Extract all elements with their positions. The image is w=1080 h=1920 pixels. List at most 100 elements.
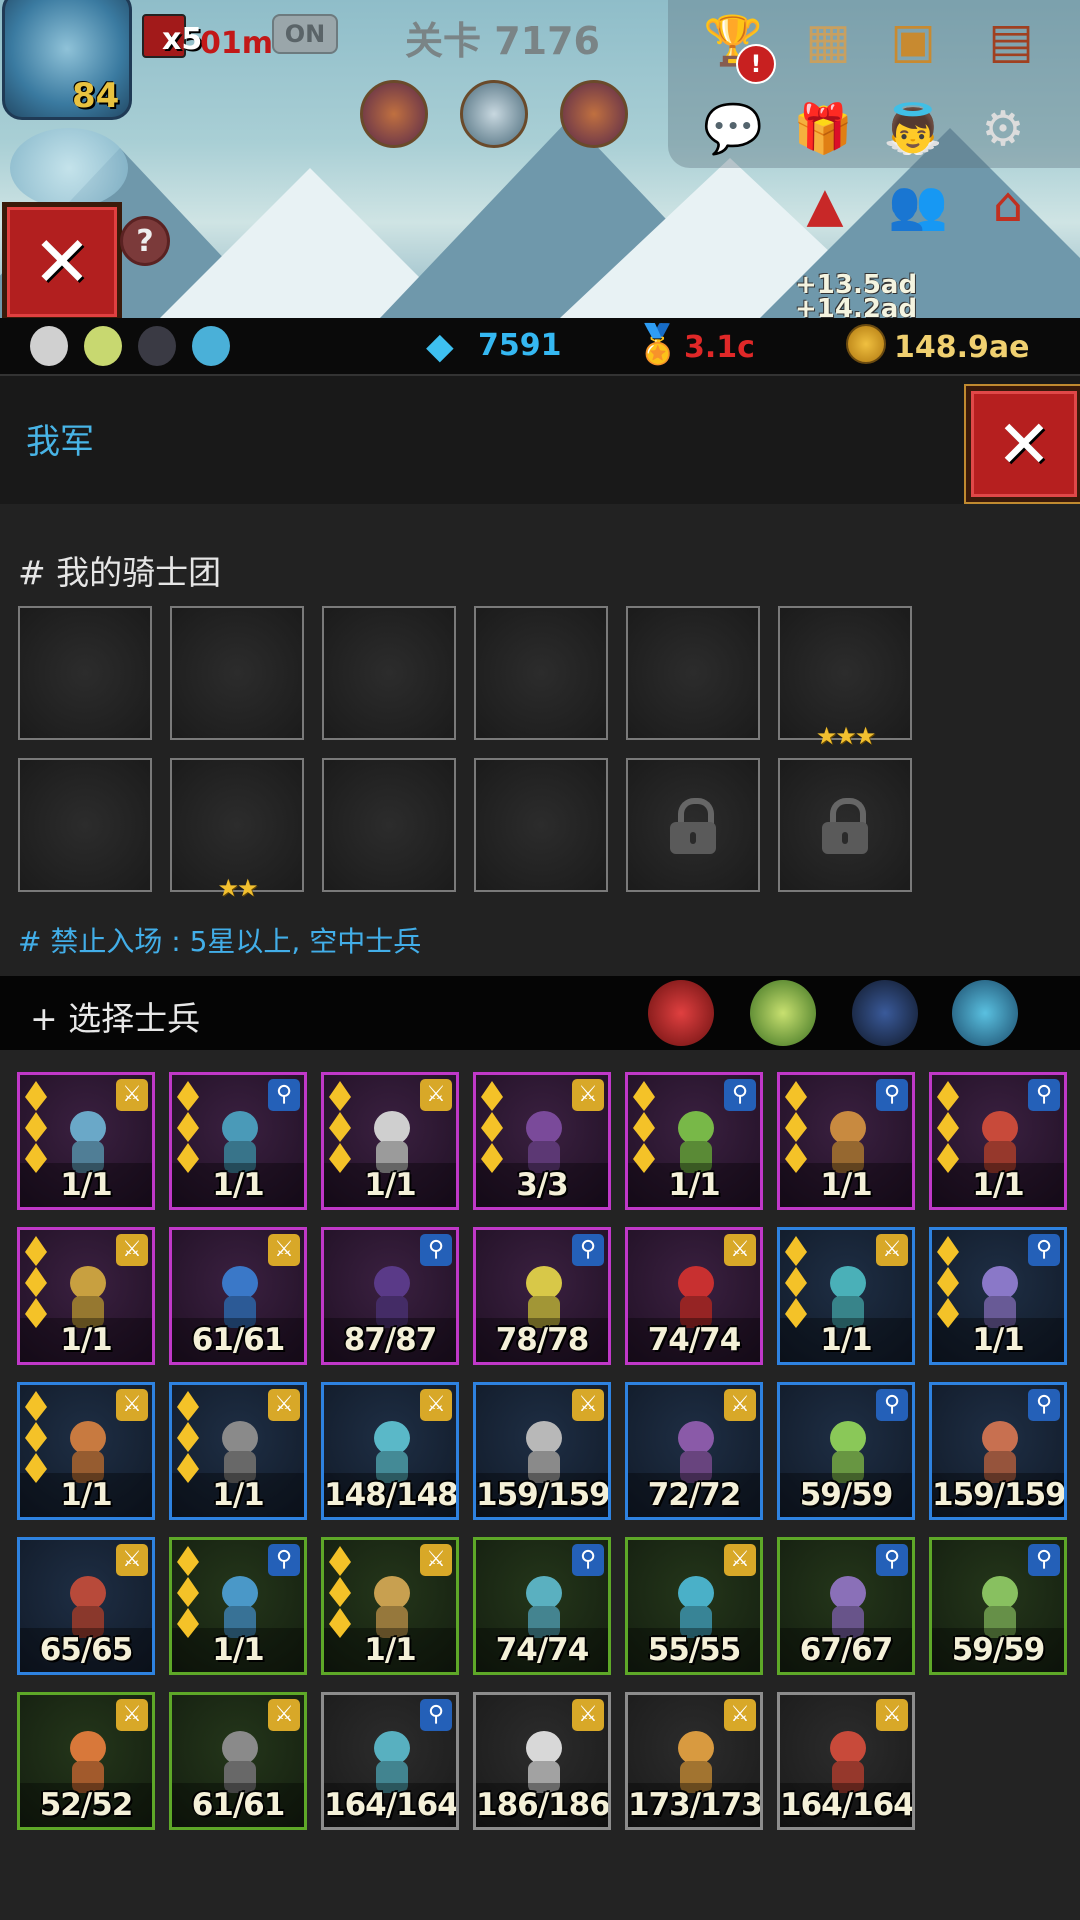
- quest-book-icon[interactable]: ▤: [978, 8, 1044, 74]
- soldier-card[interactable]: ⚲ 164/164: [321, 1692, 459, 1830]
- dark-knight-filter-icon[interactable]: [852, 980, 918, 1046]
- soldier-count: 1/1: [60, 1322, 112, 1358]
- angel-unit: [10, 128, 128, 208]
- knight-slot-locked[interactable]: [778, 758, 912, 892]
- sword-icon: ⚔: [724, 1234, 756, 1266]
- sword-icon: ⚔: [876, 1234, 908, 1266]
- knight-slot[interactable]: ★★★: [778, 606, 912, 750]
- select-soldier-bar: + 选择士兵: [0, 976, 1080, 1050]
- soldier-card[interactable]: ⚲ 59/59: [929, 1537, 1067, 1675]
- soldier-card[interactable]: ⚲ 159/159: [929, 1382, 1067, 1520]
- soldier-card[interactable]: ⚔ 1/1: [17, 1072, 155, 1210]
- soldier-count: 78/78: [495, 1322, 590, 1358]
- soldier-card[interactable]: ⚔ 1/1: [17, 1227, 155, 1365]
- rank-pips: [327, 1081, 353, 1174]
- medal-count: 3.1c: [684, 330, 755, 365]
- rank-pips: [783, 1081, 809, 1174]
- soldier-card[interactable]: ⚔ 148/148: [321, 1382, 459, 1520]
- search-icon: ⚲: [268, 1079, 300, 1111]
- soldier-card[interactable]: ⚔ 173/173: [625, 1692, 763, 1830]
- gear-icon[interactable]: ⚙: [970, 96, 1036, 162]
- soldier-card[interactable]: ⚔ 164/164: [777, 1692, 915, 1830]
- soldier-card[interactable]: ⚲ 67/67: [777, 1537, 915, 1675]
- book-icon[interactable]: ▣: [880, 8, 946, 74]
- gem-icon: ◆: [426, 326, 454, 367]
- soldier-card[interactable]: ⚲ 1/1: [625, 1072, 763, 1210]
- red-warrior-filter-icon[interactable]: [648, 980, 714, 1046]
- podium-icon[interactable]: ▦: [795, 8, 861, 74]
- gem-count: 7591: [478, 328, 562, 363]
- soldier-card[interactable]: ⚔ 186/186: [473, 1692, 611, 1830]
- soldier-card[interactable]: ⚔ 1/1: [321, 1537, 459, 1675]
- search-icon: ⚲: [268, 1544, 300, 1576]
- panel-close-button[interactable]: ✕: [966, 386, 1080, 502]
- soldier-card[interactable]: ⚔ 1/1: [321, 1072, 459, 1210]
- soldier-count: 87/87: [343, 1322, 438, 1358]
- rank-pips: [175, 1081, 201, 1174]
- soldier-card[interactable]: ⚲ 59/59: [777, 1382, 915, 1520]
- auto-toggle[interactable]: ON: [272, 14, 338, 54]
- soldier-card[interactable]: ⚔ 65/65: [17, 1537, 155, 1675]
- rank-pips: [935, 1236, 961, 1329]
- soldier-card[interactable]: ⚔ 1/1: [169, 1382, 307, 1520]
- soldier-card[interactable]: ⚔ 55/55: [625, 1537, 763, 1675]
- angel-icon[interactable]: 👼: [880, 96, 946, 162]
- green-elf-filter-icon[interactable]: [750, 980, 816, 1046]
- unit-head-icon: [192, 326, 230, 366]
- rank-pips: [23, 1081, 49, 1174]
- search-icon: ⚲: [420, 1234, 452, 1266]
- friends-icon[interactable]: 👥: [885, 172, 951, 238]
- game-scene: 84 x5 01m ON 关卡 7176 🏆 ! ▦ ▣ ▤ 💬 🎁 👼 ⚙ ▲…: [0, 0, 1080, 318]
- soldier-card[interactable]: ⚲ 1/1: [169, 1072, 307, 1210]
- skill-orb-2[interactable]: [460, 80, 528, 148]
- knight-slot[interactable]: [474, 758, 608, 892]
- chat-icon[interactable]: 💬: [700, 96, 766, 162]
- knight-slot[interactable]: [474, 606, 608, 740]
- soldier-card[interactable]: ⚲ 1/1: [929, 1072, 1067, 1210]
- resource-bar: ◆ 7591 🏅 3.1c 148.9ae: [0, 318, 1080, 376]
- knight-slot[interactable]: [322, 606, 456, 740]
- knight-slot[interactable]: [18, 606, 152, 740]
- soldier-card[interactable]: ⚔ 52/52: [17, 1692, 155, 1830]
- rank-pips: [935, 1081, 961, 1174]
- soldier-count: 1/1: [60, 1477, 112, 1513]
- knight-slot[interactable]: [170, 606, 304, 740]
- soldier-card[interactable]: ⚲ 1/1: [169, 1537, 307, 1675]
- soldier-card[interactable]: ⚔ 61/61: [169, 1227, 307, 1365]
- soldier-count: 59/59: [951, 1632, 1046, 1668]
- skill-orb-1[interactable]: [360, 80, 428, 148]
- scene-close-button[interactable]: ✕: [2, 202, 122, 318]
- skill-orb-3[interactable]: [560, 80, 628, 148]
- knight-slot-locked[interactable]: [626, 758, 760, 892]
- soldier-count: 59/59: [799, 1477, 894, 1513]
- soldier-count: 1/1: [972, 1322, 1024, 1358]
- soldier-card[interactable]: ⚲ 74/74: [473, 1537, 611, 1675]
- soldier-card[interactable]: ⚔ 61/61: [169, 1692, 307, 1830]
- knight-slot[interactable]: [18, 758, 152, 892]
- soldier-card[interactable]: ⚔ 1/1: [777, 1227, 915, 1365]
- soldier-card[interactable]: ⚔ 1/1: [17, 1382, 155, 1520]
- soldier-card[interactable]: ⚔ 159/159: [473, 1382, 611, 1520]
- star-rating: ★★★: [815, 722, 877, 750]
- soldier-card[interactable]: ⚔ 3/3: [473, 1072, 611, 1210]
- knight-slot[interactable]: [322, 758, 456, 892]
- blue-beast-filter-icon[interactable]: [952, 980, 1018, 1046]
- upgrade-arrow-icon[interactable]: ▲: [792, 172, 858, 238]
- soldier-card[interactable]: ⚲ 1/1: [777, 1072, 915, 1210]
- soldier-card[interactable]: ⚲ 78/78: [473, 1227, 611, 1365]
- soldier-card[interactable]: ⚲ 1/1: [929, 1227, 1067, 1365]
- sword-icon: ⚔: [572, 1079, 604, 1111]
- hero-level: 84: [72, 76, 120, 116]
- help-button[interactable]: ?: [120, 216, 170, 266]
- soldier-card[interactable]: ⚲ 87/87: [321, 1227, 459, 1365]
- soldier-card[interactable]: ⚔ 74/74: [625, 1227, 763, 1365]
- knight-slot[interactable]: [626, 606, 760, 740]
- knight-slot[interactable]: ★★: [170, 758, 304, 902]
- soldier-count: 164/164: [780, 1787, 914, 1823]
- sword-icon: ⚔: [572, 1389, 604, 1421]
- gift-icon[interactable]: 🎁: [790, 96, 856, 162]
- soldier-card[interactable]: ⚔ 72/72: [625, 1382, 763, 1520]
- panel-title: 我军: [26, 422, 94, 462]
- house-icon[interactable]: ⌂: [975, 172, 1041, 238]
- select-soldier-title: + 选择士兵: [30, 999, 201, 1038]
